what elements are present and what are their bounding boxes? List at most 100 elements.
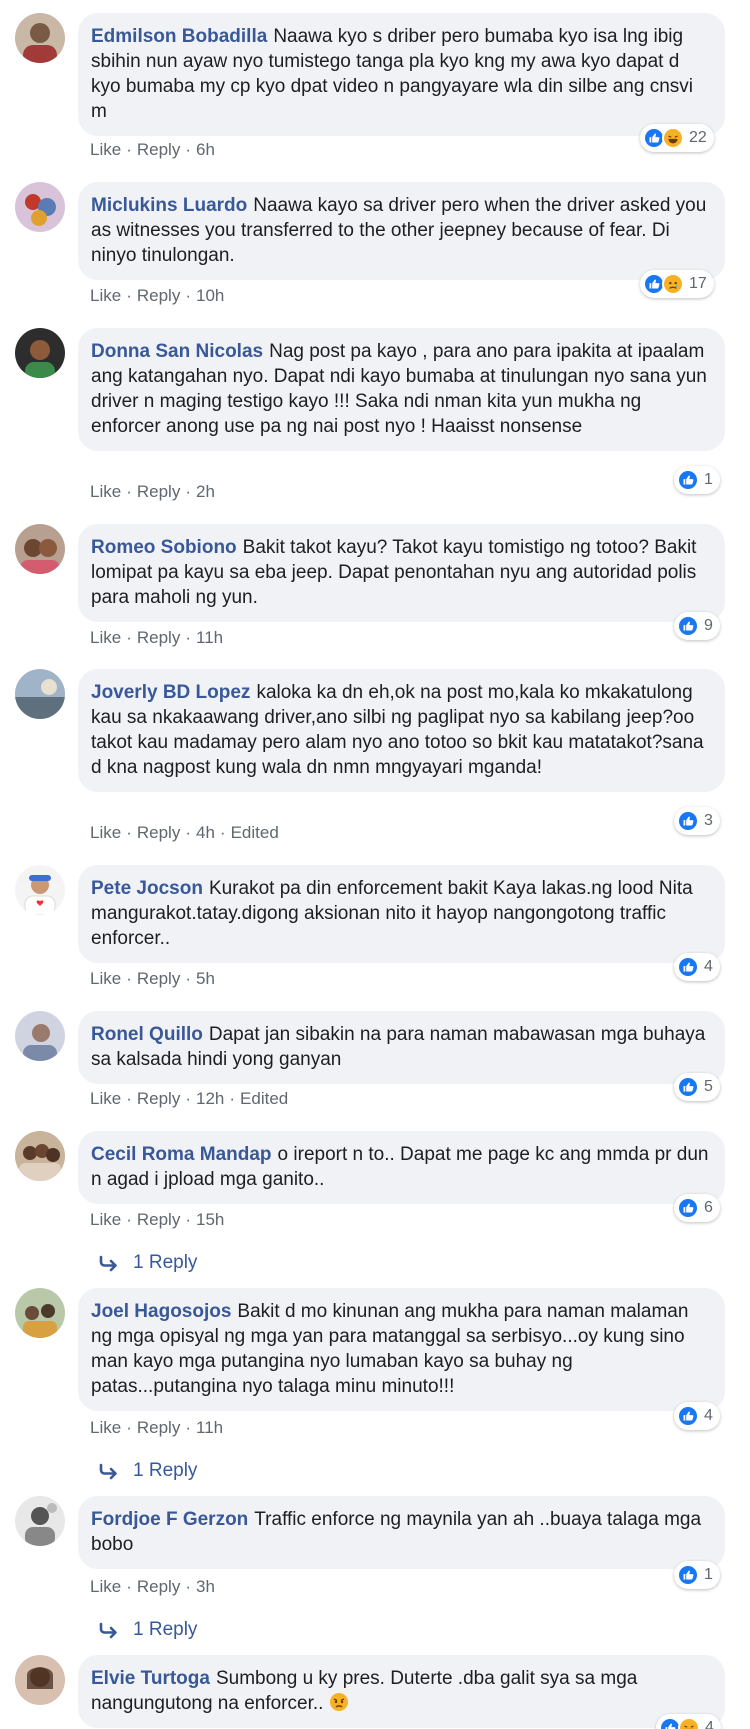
reaction-summary[interactable]: 1 [674,466,720,494]
edited-label[interactable]: Edited [240,1089,288,1108]
reply-link[interactable]: Reply [137,286,180,305]
reaction-summary[interactable]: 3 [674,807,720,835]
reply-arrow-icon [99,1622,117,1639]
edited-label[interactable]: Edited [231,823,279,842]
reaction-count: 22 [689,129,707,146]
reaction-summary[interactable]: 9 [674,612,720,640]
separator: · [185,1089,191,1108]
like-link[interactable]: Like [90,482,121,501]
reply-link[interactable]: Reply [137,1577,180,1596]
separator: · [126,628,132,647]
reply-count-label: 1 Reply [133,1460,198,1481]
reaction-summary[interactable]: 1 [674,1561,720,1589]
comment-time: 5h [196,969,215,988]
avatar[interactable] [15,524,65,574]
comment-author[interactable]: Miclukins Luardo [91,195,247,216]
avatar[interactable] [15,13,65,63]
like-link[interactable]: Like [90,628,121,647]
avatar[interactable] [15,1131,65,1181]
reaction-summary[interactable]: 5 [674,1073,720,1101]
like-link[interactable]: Like [90,969,121,988]
avatar[interactable] [15,1655,65,1705]
view-replies-link[interactable]: 1 Reply [98,1460,197,1482]
reply-link[interactable]: Reply [137,1089,180,1108]
like-link[interactable]: Like [90,1089,121,1108]
comment-bubble: Donna San Nicolas Nag post pa kayo , para… [78,328,725,451]
comment-author[interactable]: Joel Hagosojos [91,1301,231,1322]
reaction-summary[interactable]: 17 [640,270,714,298]
comment-author[interactable]: Ronel Quillo [91,1024,203,1045]
like-link[interactable]: Like [90,140,121,159]
reply-count-label: 1 Reply [133,1619,198,1640]
comment-bubble: Joverly BD Lopez kaloka ka dn eh,ok na po… [78,669,725,792]
separator: · [185,823,191,842]
comment-author[interactable]: Elvie Turtoga [91,1668,210,1689]
separator: · [126,482,132,501]
sad-reaction-icon [662,273,684,295]
like-link[interactable]: Like [90,286,121,305]
reaction-summary[interactable]: 6 [674,1194,720,1222]
avatar[interactable] [15,1496,65,1546]
comment-time: 4h [196,823,215,842]
like-link[interactable]: Like [90,1210,121,1229]
reply-link[interactable]: Reply [137,628,180,647]
avatar[interactable] [15,1011,65,1061]
comment-actions: Like · Reply · 4h · Edited [90,823,279,843]
avatar[interactable] [15,1288,65,1338]
comment-author[interactable]: Pete Jocson [91,878,203,899]
comment-author[interactable]: Joverly BD Lopez [91,682,250,703]
comment-bubble: Miclukins Luardo Naawa kayo sa driver per… [78,182,725,280]
reaction-count: 9 [704,617,713,634]
like-reaction-icon [677,469,699,491]
reply-link[interactable]: Reply [137,969,180,988]
avatar[interactable] [15,182,65,232]
comment-author[interactable]: Fordjoe F Gerzon [91,1509,248,1530]
separator: · [126,1577,132,1596]
separator: · [219,823,226,842]
reaction-count: 6 [704,1199,713,1216]
reply-link[interactable]: Reply [137,1418,180,1437]
comment-author[interactable]: Edmilson Bobadilla [91,26,267,47]
like-link[interactable]: Like [90,823,121,842]
reply-link[interactable]: Reply [137,1210,180,1229]
reaction-count: 5 [704,1078,713,1095]
angry-emoji-icon [329,1692,349,1712]
reaction-summary[interactable]: 4 [674,953,720,981]
comment-bubble: Romeo Sobiono Bakit takot kayu? Takot kay… [78,524,725,622]
view-replies-link[interactable]: 1 Reply [98,1619,197,1641]
avatar[interactable] [15,865,65,915]
avatar[interactable] [15,328,65,378]
comment-actions: Like · Reply · 6h [90,140,215,160]
reaction-summary[interactable]: 4 [656,1714,721,1729]
reaction-summary[interactable]: 22 [640,124,714,152]
like-reaction-icon [677,615,699,637]
comment-actions: Like · Reply · 11h [90,628,223,648]
avatar[interactable] [15,669,65,719]
view-replies-link[interactable]: 1 Reply [98,1252,197,1274]
comment-actions: Like · Reply · 3h [90,1577,215,1597]
reaction-count: 1 [704,1566,713,1583]
comment-actions: Like · Reply · 2h [90,482,215,502]
separator: · [185,286,191,305]
reply-link[interactable]: Reply [137,482,180,501]
comment-actions: Like · Reply · 10h [90,286,224,306]
comment-time: 3h [196,1577,215,1596]
like-link[interactable]: Like [90,1418,121,1437]
comment-author[interactable]: Donna San Nicolas [91,341,263,362]
comment-bubble: Elvie Turtoga Sumbong u ky pres. Duterte … [78,1655,725,1728]
comment-time: 11h [196,628,224,647]
reply-count-label: 1 Reply [133,1252,198,1273]
comment-bubble: Fordjoe F Gerzon Traffic enforce ng mayni… [78,1496,725,1569]
separator: · [126,823,132,842]
like-reaction-icon [677,1405,699,1427]
reply-link[interactable]: Reply [137,140,180,159]
comment-author[interactable]: Romeo Sobiono [91,537,237,558]
comment-bubble: Cecil Roma Mandap o ireport n to.. Dapat … [78,1131,725,1204]
like-link[interactable]: Like [90,1577,121,1596]
reply-link[interactable]: Reply [137,823,180,842]
comment-bubble: Ronel Quillo Dapat jan sibakin na para na… [78,1011,725,1084]
reaction-count: 4 [705,1719,714,1729]
reaction-summary[interactable]: 4 [674,1402,720,1430]
comment-author[interactable]: Cecil Roma Mandap [91,1144,272,1165]
like-reaction-icon [677,810,699,832]
